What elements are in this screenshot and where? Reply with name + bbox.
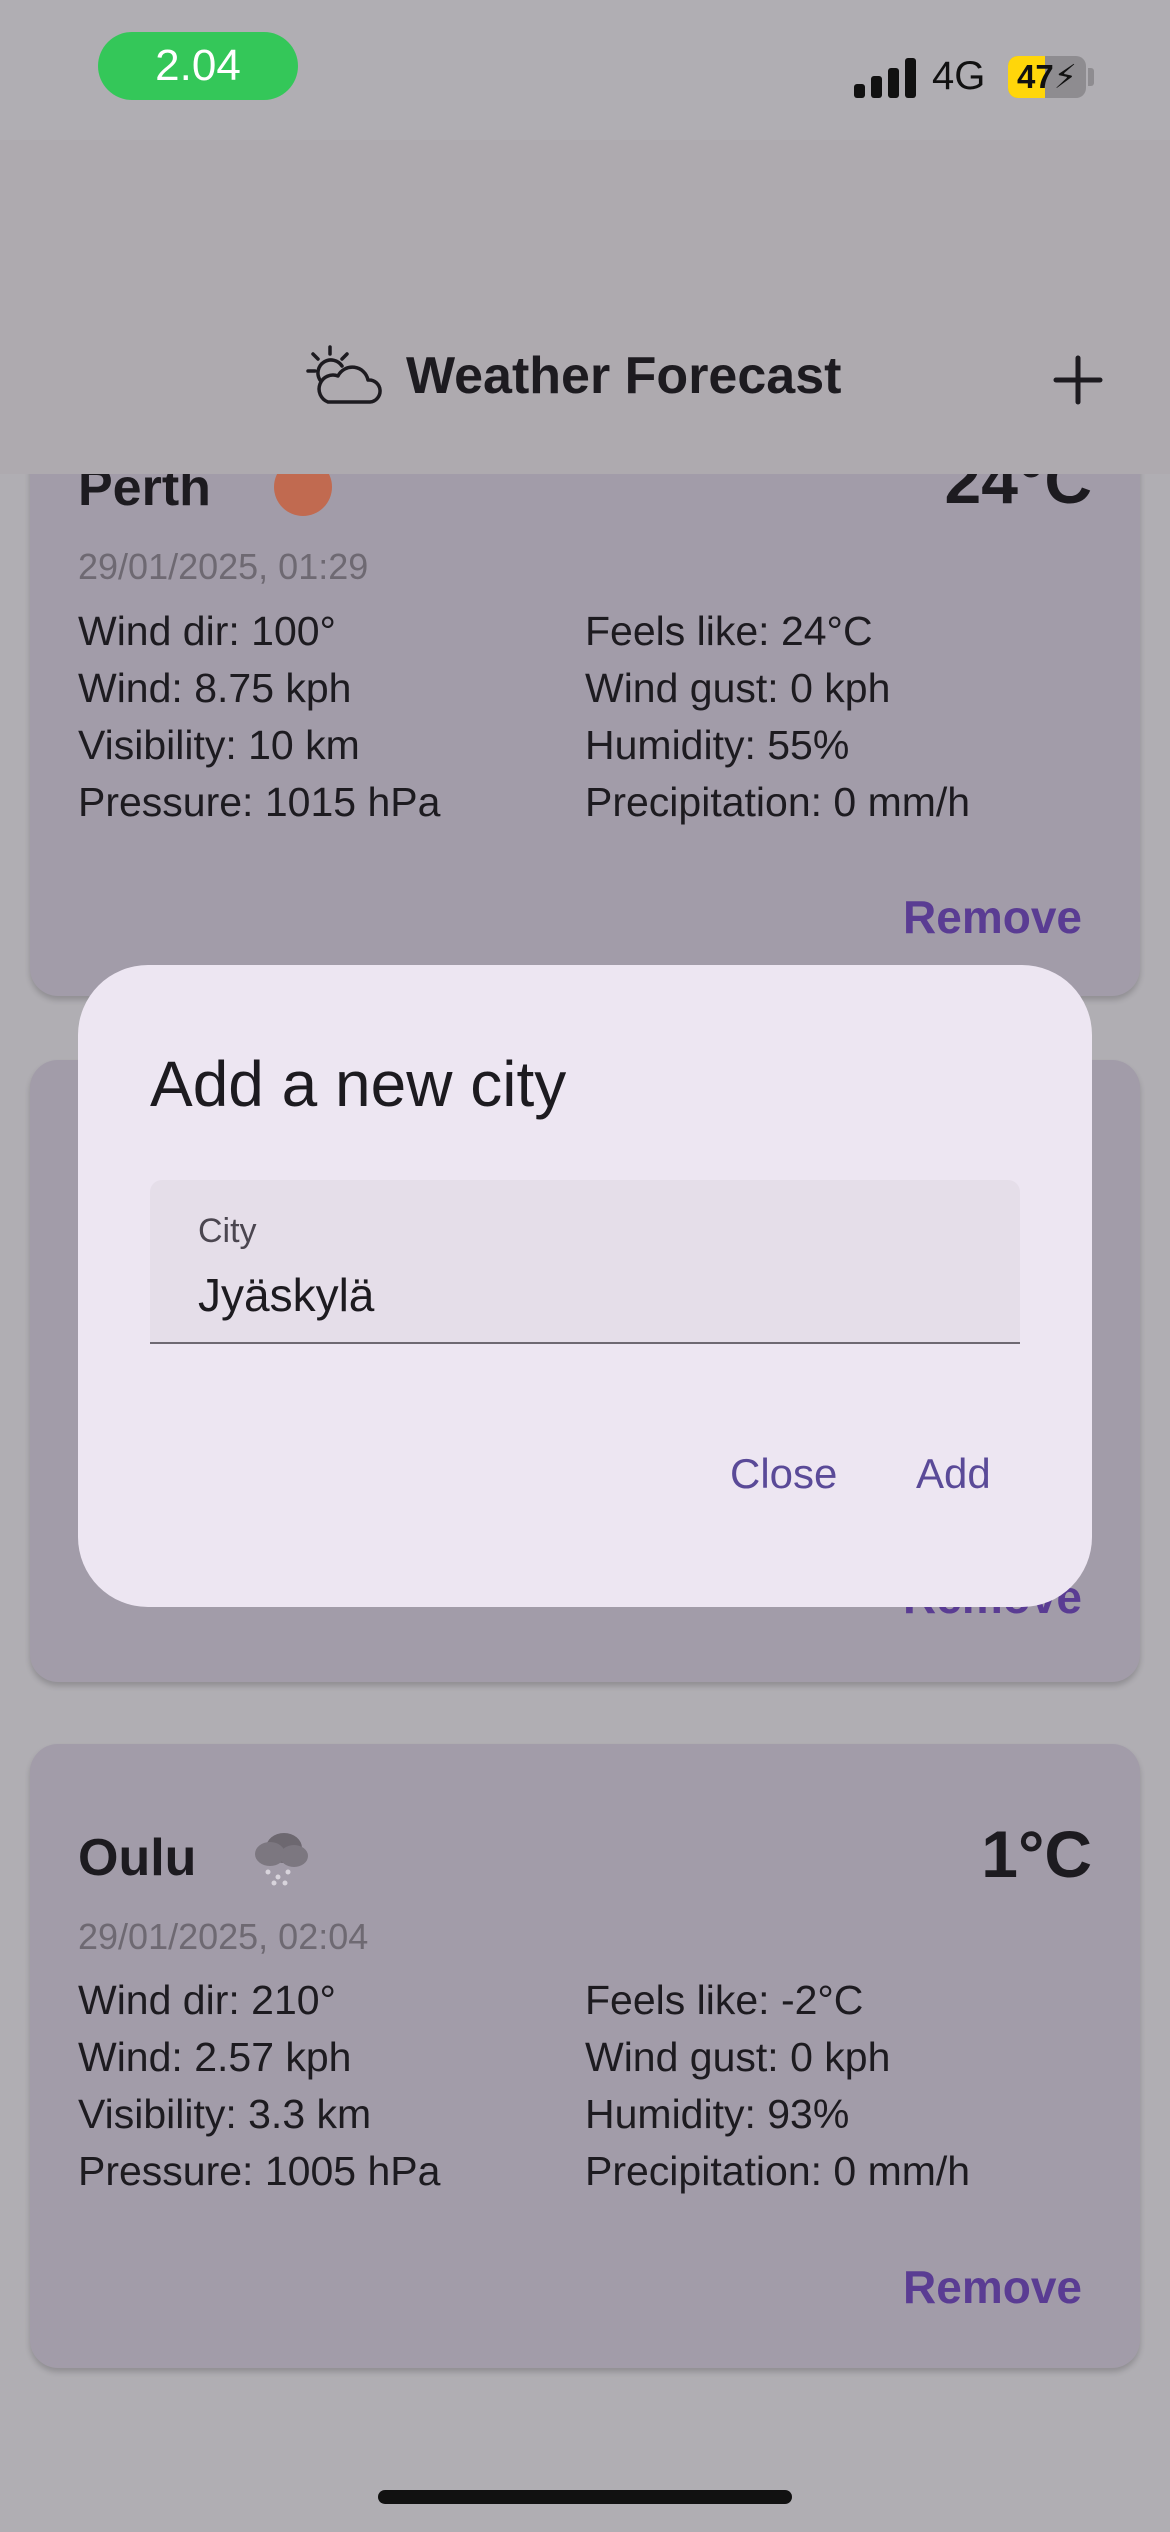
charging-bolt-icon: ⚡ <box>1053 58 1077 95</box>
plus-icon[interactable] <box>1050 352 1106 408</box>
wind-direction: Wind dir: 100° <box>78 608 336 654</box>
feels-like: Feels like: -2°C <box>585 1977 864 2023</box>
app-title-row: Weather Forecast <box>0 338 1170 418</box>
network-type: 4G <box>932 54 986 98</box>
battery-percent: 47⚡ <box>1017 58 1077 95</box>
wind-gust: Wind gust: 0 kph <box>585 2034 891 2080</box>
observation-time: 29/01/2025, 02:04 <box>78 1916 369 1957</box>
wind-speed: Wind: 2.57 kph <box>78 2034 352 2080</box>
precipitation: Precipitation: 0 mm/h <box>585 2148 971 2194</box>
status-time[interactable]: 2.04 <box>98 32 298 100</box>
visibility: Visibility: 3.3 km <box>78 2091 372 2137</box>
humidity: Humidity: 55% <box>585 722 850 768</box>
remove-button[interactable]: Remove <box>903 2260 1082 2314</box>
city-card: Perth 24°C 29/01/2025, 01:29 Wind dir: 1… <box>30 474 1140 996</box>
wind-gust: Wind gust: 0 kph <box>585 665 891 711</box>
page-title: Weather Forecast <box>406 347 842 405</box>
city-name: Perth <box>78 474 211 517</box>
city-name: Oulu <box>78 1829 197 1887</box>
city-input-label: City <box>198 1212 257 1250</box>
add-button[interactable]: Add <box>916 1450 991 1498</box>
wind-direction: Wind dir: 210° <box>78 1977 336 2023</box>
add-city-dialog: Add a new city City Jyäskylä Close Add <box>78 965 1092 1607</box>
precipitation: Precipitation: 0 mm/h <box>585 779 971 825</box>
partly-cloudy-icon <box>306 345 382 404</box>
pressure: Pressure: 1005 hPa <box>78 2148 441 2194</box>
wind-speed: Wind: 8.75 kph <box>78 665 352 711</box>
battery-icon: 47⚡ <box>1008 56 1086 98</box>
sunny-icon <box>274 474 332 516</box>
snow-cloud-icon <box>255 1833 308 1886</box>
temperature: 1°C <box>981 1817 1092 1891</box>
humidity: Humidity: 93% <box>585 2091 850 2137</box>
remove-button[interactable]: Remove <box>903 890 1082 944</box>
battery-cap <box>1088 68 1094 86</box>
home-indicator[interactable] <box>378 2490 792 2504</box>
temperature: 24°C <box>944 474 1092 517</box>
city-input[interactable]: City Jyäskylä <box>150 1180 1020 1344</box>
cellular-signal-icon <box>854 58 916 98</box>
status-bar: 2.04 4G 47⚡ <box>0 0 1170 140</box>
visibility: Visibility: 10 km <box>78 722 360 768</box>
feels-like: Feels like: 24°C <box>585 608 873 654</box>
city-card: Oulu 1°C 29/01/2025, 02:04 Wind dir: 210… <box>30 1744 1140 2368</box>
observation-time: 29/01/2025, 01:29 <box>78 546 369 587</box>
city-input-value[interactable]: Jyäskylä <box>198 1268 374 1322</box>
close-button[interactable]: Close <box>730 1450 837 1498</box>
dialog-title: Add a new city <box>150 1048 567 1120</box>
app-bar: Weather Forecast <box>0 140 1170 474</box>
pressure: Pressure: 1015 hPa <box>78 779 441 825</box>
